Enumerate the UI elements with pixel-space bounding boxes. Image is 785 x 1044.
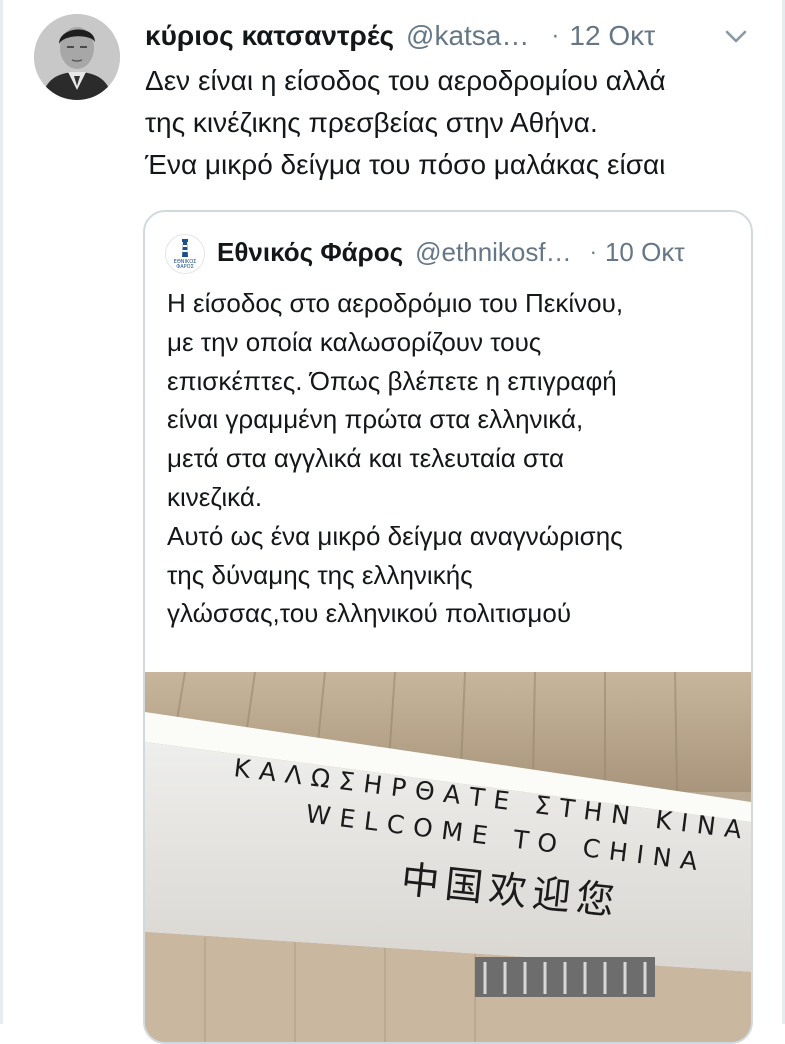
quoted-text-line: γλώσσας,του ελληνικού πολιτισμού <box>167 598 572 629</box>
chevron-down-icon[interactable] <box>722 22 750 50</box>
quoted-text-line: Η είσοδος στο αεροδρόμιο του Πεκίνου, <box>167 288 624 318</box>
quoted-text-line: της δύναμης της ελληνικής <box>167 559 473 590</box>
header-separator: · <box>551 22 560 49</box>
quoted-tweet-card[interactable]: ΕΘΝΙΚΟΣ ΦΑΡΟΣ Εθνικός Φάρος @ethnikosf… … <box>143 210 753 1044</box>
author-avatar[interactable] <box>34 14 120 100</box>
tweet-text: Δεν είναι η είσοδος του αεροδρομίου αλλά… <box>145 60 765 186</box>
welcome-sign-photo: ΚΑΛΩΣΗΡΘΑΤΕ ΣΤΗΝ ΚΙΝΑ WELCOME TO CHINA 中… <box>145 672 751 1042</box>
tweet-text-line: της κινέζικης πρεσβείας στην Αθήνα. <box>145 107 598 138</box>
quoted-tweet-header: Εθνικός Φάρος @ethnikosf… · 10 Οκτ <box>217 232 737 272</box>
quoted-text-line: είναι γραμμένη πρώτα στα ελληνικά, <box>167 404 584 435</box>
author-name[interactable]: κύριος κατσαντρές <box>145 20 394 52</box>
timeline-divider-left <box>0 0 3 1024</box>
tweet-timestamp[interactable]: 12 Οκτ <box>569 20 655 52</box>
tweet-text-line: Ένα μικρό δείγμα του πόσο μαλάκας είσαι <box>145 149 666 180</box>
quoted-header-separator: · <box>589 239 597 264</box>
quoted-tweet-photo[interactable]: ΚΑΛΩΣΗΡΘΑΤΕ ΣΤΗΝ ΚΙΝΑ WELCOME TO CHINA 中… <box>145 672 751 1042</box>
quoted-text-line: με την οποία καλωσορίζουν τους <box>167 326 542 357</box>
quoted-text-line: Αυτό ως ένα μικρό δείγμα αναγνώρισης <box>167 520 623 551</box>
quoted-text-line: μετά στα αγγλικά και τελευταία στα <box>167 443 565 474</box>
tweet-header: κύριος κατσαντρές @katsa… · 12 Οκτ <box>145 14 765 58</box>
quoted-text-line: κινεζικά. <box>167 481 263 512</box>
quoted-text-line: επισκέπτες. Όπως βλέπετε η επιγραφή <box>167 365 617 396</box>
lighthouse-logo-icon: ΕΘΝΙΚΟΣ ΦΑΡΟΣ <box>166 235 204 273</box>
quoted-tweet-text: Η είσοδος στο αεροδρόμιο του Πεκίνου, με… <box>167 284 737 633</box>
quoted-author-name[interactable]: Εθνικός Φάρος <box>217 237 403 268</box>
quoted-author-avatar[interactable]: ΕΘΝΙΚΟΣ ΦΑΡΟΣ <box>165 234 205 274</box>
profile-photo <box>34 14 120 100</box>
logo-text: ΦΑΡΟΣ <box>176 264 193 270</box>
author-handle[interactable]: @katsa… <box>406 20 529 52</box>
tweet-text-line: Δεν είναι η είσοδος του αεροδρομίου αλλά <box>145 65 666 96</box>
quoted-author-handle[interactable]: @ethnikosf… <box>415 237 571 268</box>
quoted-tweet-timestamp[interactable]: 10 Οκτ <box>605 237 685 268</box>
